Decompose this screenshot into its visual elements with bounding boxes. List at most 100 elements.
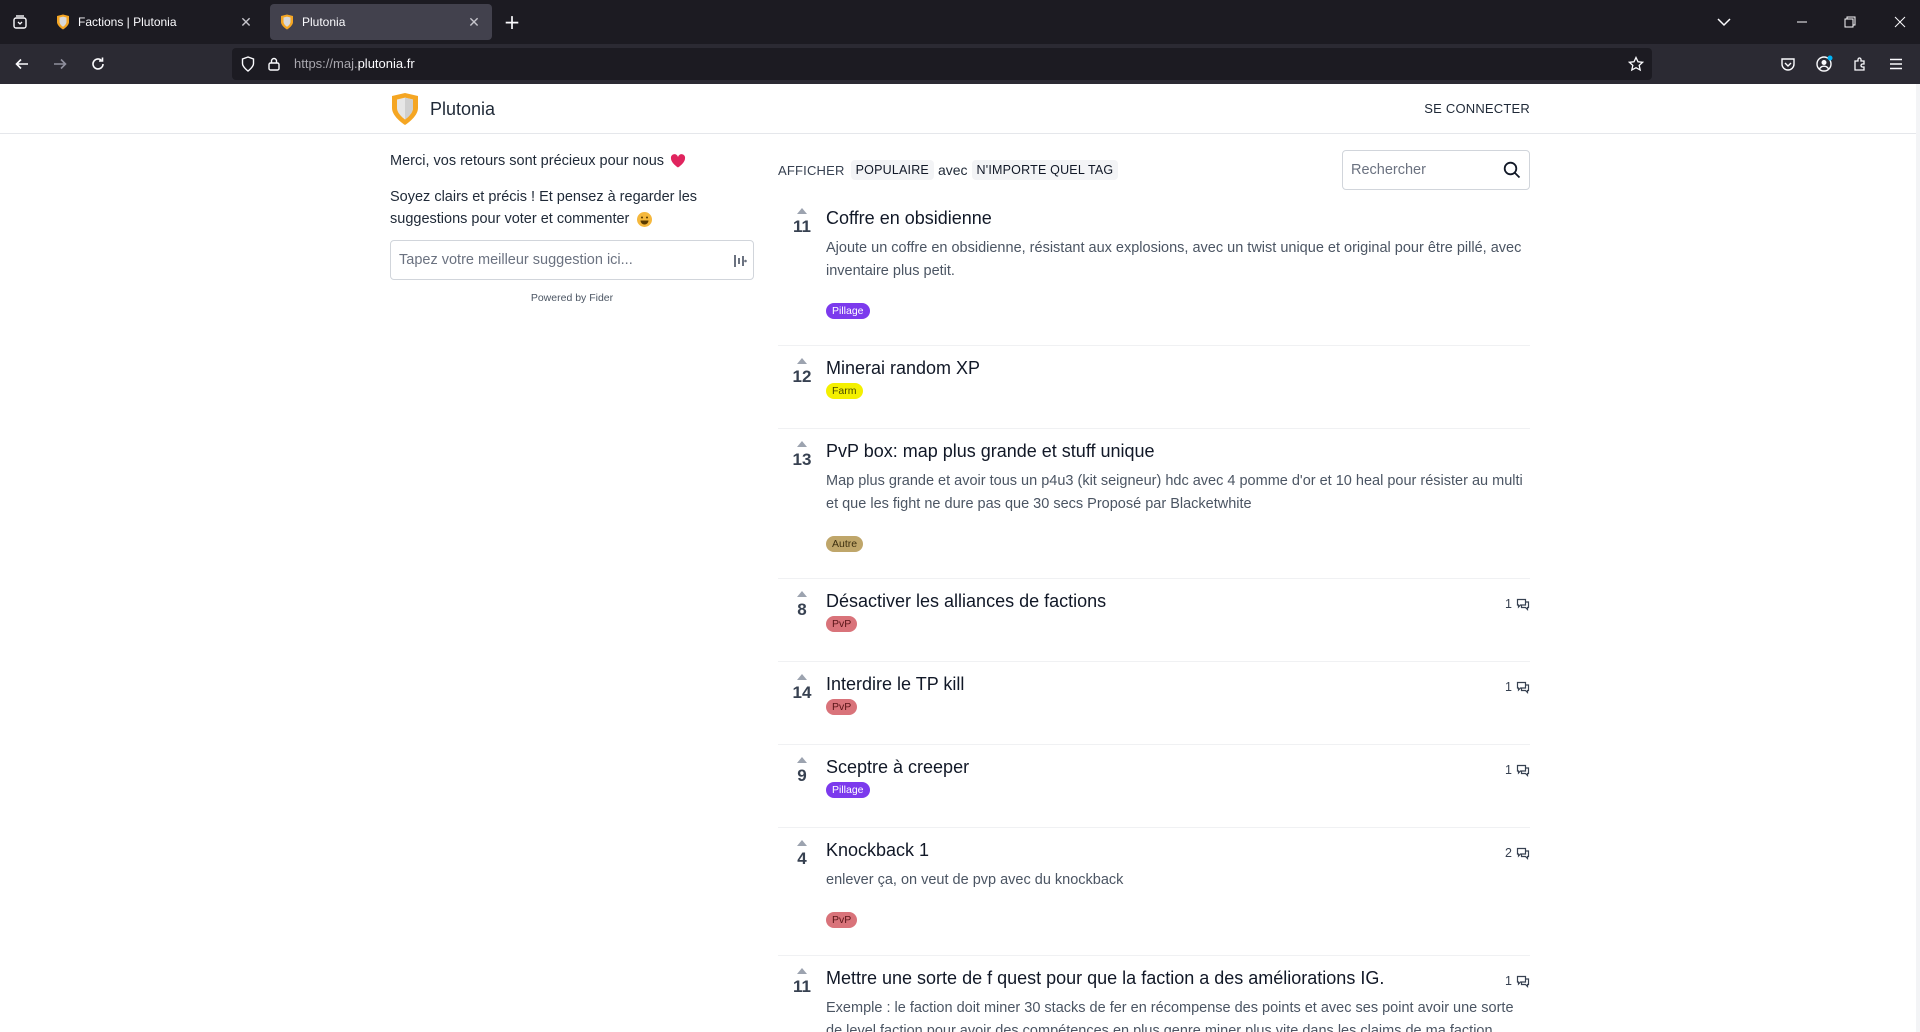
search-field[interactable] bbox=[1342, 150, 1530, 190]
tab-factions[interactable]: Factions | Plutonia ✕ bbox=[46, 4, 264, 40]
sort-dropdown[interactable]: POPULAIRE bbox=[850, 160, 934, 180]
vote-count: 14 bbox=[792, 683, 812, 702]
extensions-icon[interactable] bbox=[1848, 52, 1872, 76]
post-tag[interactable]: PvP bbox=[826, 699, 858, 715]
post-body: Knockback 1 enlever ça, on veut de pvp a… bbox=[826, 838, 1530, 943]
menu-icon[interactable] bbox=[1884, 52, 1908, 76]
post-title[interactable]: Coffre en obsidienne bbox=[826, 206, 1530, 230]
restore-icon[interactable] bbox=[1838, 10, 1862, 34]
post-tag[interactable]: Autre bbox=[826, 536, 864, 552]
post-item[interactable]: 4 Knockback 1 enlever ça, on veut de pvp… bbox=[778, 828, 1530, 956]
comment-count[interactable]: 2 bbox=[1505, 846, 1530, 860]
plutonia-favicon-icon bbox=[56, 14, 70, 30]
post-title[interactable]: Désactiver les alliances de factions bbox=[826, 589, 1530, 613]
post-item[interactable]: 9 Sceptre à creeper Pillage 1 bbox=[778, 745, 1530, 828]
post-tag[interactable]: PvP bbox=[826, 616, 858, 632]
address-bar[interactable]: https://maj.plutonia.fr bbox=[232, 48, 1652, 80]
post-tag[interactable]: Farm bbox=[826, 383, 863, 399]
post-description: Map plus grande et avoir tous un p4u3 (k… bbox=[826, 473, 1523, 512]
forward-icon[interactable] bbox=[48, 52, 72, 76]
reload-icon[interactable] bbox=[86, 52, 110, 76]
comment-count[interactable]: 1 bbox=[1505, 680, 1530, 694]
upvote-arrow-icon[interactable] bbox=[797, 840, 807, 846]
tag-filter-dropdown[interactable]: N'IMPORTE QUEL TAG bbox=[971, 160, 1119, 180]
vote-control[interactable]: 4 bbox=[778, 838, 826, 943]
vote-count: 4 bbox=[797, 849, 807, 868]
shield-icon[interactable] bbox=[240, 56, 256, 72]
vote-count: 11 bbox=[793, 977, 811, 996]
plutonia-favicon-icon bbox=[280, 14, 294, 30]
upvote-arrow-icon[interactable] bbox=[797, 208, 807, 214]
upvote-arrow-icon[interactable] bbox=[797, 591, 807, 597]
upvote-arrow-icon[interactable] bbox=[797, 441, 807, 447]
post-description: Ajoute un coffre en obsidienne, résistan… bbox=[826, 240, 1522, 279]
account-icon[interactable] bbox=[1812, 52, 1836, 76]
new-tab-icon[interactable]: + bbox=[500, 10, 524, 34]
post-item[interactable]: 12 Minerai random XP Farm bbox=[778, 346, 1530, 429]
close-tab-icon[interactable]: ✕ bbox=[238, 14, 254, 30]
post-title[interactable]: Mettre une sorte de f quest pour que la … bbox=[826, 966, 1530, 990]
suggestion-field[interactable] bbox=[390, 240, 754, 280]
comment-count[interactable]: 1 bbox=[1505, 763, 1530, 777]
signin-link[interactable]: SE CONNECTER bbox=[1424, 101, 1530, 116]
post-title[interactable]: Minerai random XP bbox=[826, 356, 1530, 380]
url-domain: plutonia.fr bbox=[357, 56, 415, 71]
post-item[interactable]: 11 Mettre une sorte de f quest pour que … bbox=[778, 956, 1530, 1032]
bookmark-star-icon[interactable] bbox=[1628, 56, 1644, 72]
vote-control[interactable]: 13 bbox=[778, 439, 826, 566]
minimize-icon[interactable] bbox=[1790, 10, 1814, 34]
upvote-arrow-icon[interactable] bbox=[797, 358, 807, 364]
post-item[interactable]: 13 PvP box: map plus grande et stuff uni… bbox=[778, 429, 1530, 579]
post-item[interactable]: 11 Coffre en obsidienne Ajoute un coffre… bbox=[778, 196, 1530, 346]
powered-by[interactable]: Powered by Fider bbox=[390, 292, 754, 304]
search-input[interactable] bbox=[1351, 151, 1501, 189]
site-header: Plutonia SE CONNECTER bbox=[0, 84, 1916, 134]
comment-count[interactable]: 1 bbox=[1505, 974, 1530, 988]
grinning-face-icon bbox=[637, 211, 653, 227]
vote-control[interactable]: 9 bbox=[778, 755, 826, 815]
vote-control[interactable]: 11 bbox=[778, 206, 826, 333]
show-label: AFFICHER bbox=[778, 162, 845, 178]
post-title[interactable]: Knockback 1 bbox=[826, 838, 1530, 862]
thanks-text: Merci, vos retours sont précieux pour no… bbox=[390, 153, 665, 169]
back-icon[interactable] bbox=[10, 52, 34, 76]
vote-control[interactable]: 12 bbox=[778, 356, 826, 416]
pocket-icon[interactable] bbox=[1776, 52, 1800, 76]
upvote-arrow-icon[interactable] bbox=[797, 757, 807, 763]
vote-control[interactable]: 8 bbox=[778, 589, 826, 649]
brand-name: Plutonia bbox=[430, 98, 496, 119]
vote-count: 11 bbox=[793, 217, 811, 236]
post-tag[interactable]: Pillage bbox=[826, 782, 870, 798]
vote-count: 9 bbox=[797, 766, 807, 785]
sidebar: Merci, vos retours sont précieux pour no… bbox=[390, 150, 754, 304]
comment-count-value: 1 bbox=[1505, 680, 1512, 694]
tab-plutonia[interactable]: Plutonia ✕ bbox=[270, 4, 492, 40]
form-helper-icon[interactable] bbox=[733, 253, 747, 269]
brand[interactable]: Plutonia bbox=[390, 92, 495, 126]
post-tag[interactable]: Pillage bbox=[826, 303, 870, 319]
post-tag[interactable]: PvP bbox=[826, 912, 858, 928]
suggestion-input[interactable] bbox=[399, 241, 719, 279]
post-body: Coffre en obsidienne Ajoute un coffre en… bbox=[826, 206, 1530, 333]
tab-list-icon[interactable] bbox=[8, 10, 32, 34]
post-item[interactable]: 14 Interdire le TP kill PvP 1 bbox=[778, 662, 1530, 745]
vote-count: 13 bbox=[792, 450, 812, 469]
post-item[interactable]: 8 Désactiver les alliances de factions P… bbox=[778, 579, 1530, 662]
close-window-icon[interactable] bbox=[1888, 10, 1912, 34]
vote-control[interactable]: 11 bbox=[778, 966, 826, 1032]
page-scrollbar[interactable] bbox=[1916, 84, 1920, 1032]
comment-count[interactable]: 1 bbox=[1505, 597, 1530, 611]
upvote-arrow-icon[interactable] bbox=[797, 968, 807, 974]
close-tab-icon[interactable]: ✕ bbox=[466, 14, 482, 30]
vote-control[interactable]: 14 bbox=[778, 672, 826, 732]
browser-tab-bar: Factions | Plutonia ✕ Plutonia ✕ + bbox=[0, 0, 1920, 44]
upvote-arrow-icon[interactable] bbox=[797, 674, 807, 680]
url-text[interactable]: https://maj.plutonia.fr bbox=[294, 48, 415, 80]
list-all-tabs-icon[interactable] bbox=[1712, 10, 1736, 34]
post-title[interactable]: PvP box: map plus grande et stuff unique bbox=[826, 439, 1530, 463]
vote-count: 8 bbox=[797, 600, 807, 619]
post-title[interactable]: Interdire le TP kill bbox=[826, 672, 1530, 696]
post-title[interactable]: Sceptre à creeper bbox=[826, 755, 1530, 779]
search-icon[interactable] bbox=[1503, 161, 1521, 179]
lock-icon[interactable] bbox=[266, 56, 282, 72]
